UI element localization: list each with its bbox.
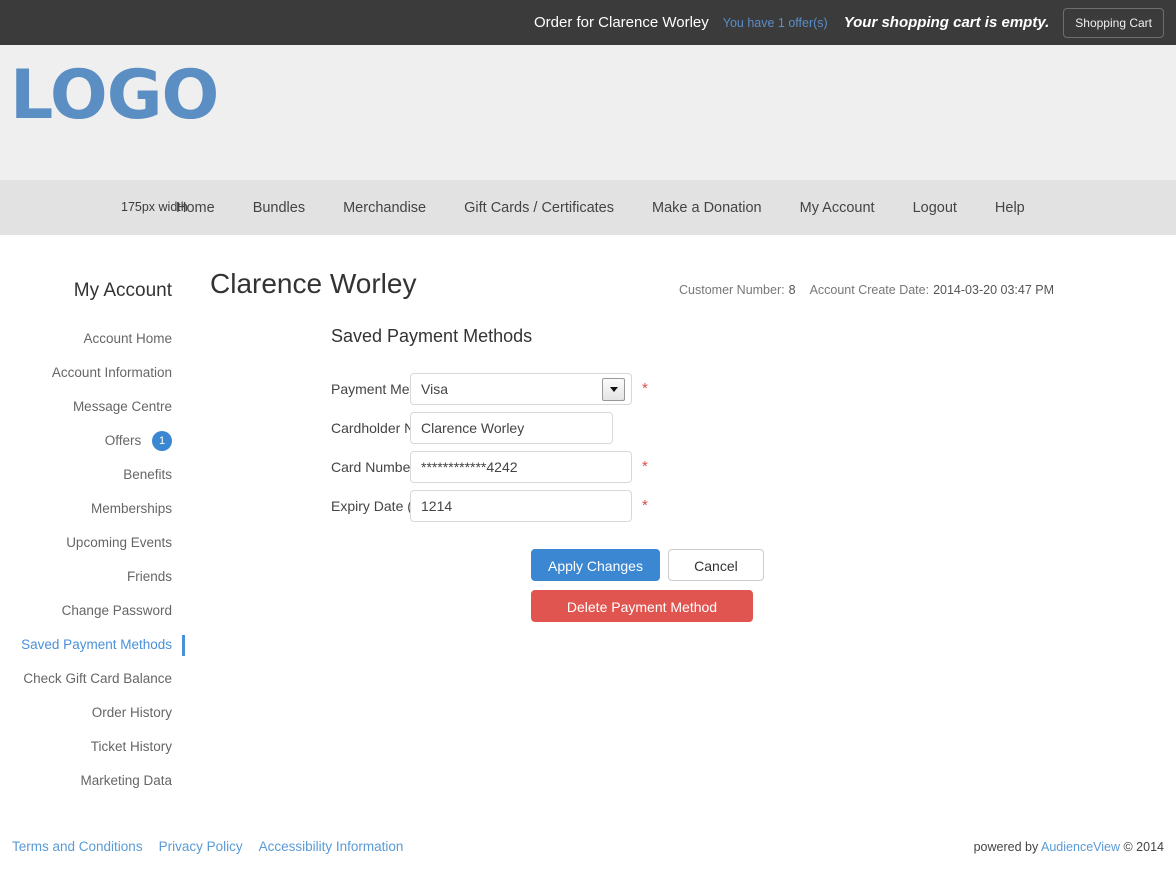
powered-by-label: powered by [973,839,1039,854]
page-footer: Terms and Conditions Privacy Policy Acce… [0,824,1176,869]
sidebar-item-memberships[interactable]: Memberships [0,492,185,526]
account-create-date-value: 2014-03-20 03:47 PM [933,283,1054,297]
sidebar-item-change-password[interactable]: Change Password [0,594,185,628]
footer-link-terms-and-conditions[interactable]: Terms and Conditions [12,839,143,854]
top-utility-bar: Order for Clarence Worley You have 1 off… [0,0,1176,45]
sidebar-item-label: Message Centre [72,399,172,414]
sidebar-item-label: Change Password [61,603,172,618]
page-body: My Account Account Home Account Informat… [0,235,1176,869]
sidebar-item-account-home[interactable]: Account Home [0,322,185,356]
offers-link[interactable]: You have 1 offer(s) [723,16,828,30]
card-number-input[interactable] [410,450,632,483]
cart-empty-message: Your shopping cart is empty. [843,14,1050,31]
cancel-button[interactable]: Cancel [667,549,764,581]
sidebar-item-saved-payment-methods[interactable]: Saved Payment Methods [0,628,185,662]
expiry-date-input[interactable] [410,489,632,522]
required-marker: * [642,380,648,397]
sidebar-item-label: Order History [91,705,172,720]
account-meta: Customer Number: 8 Account Create Date: 201… [679,283,1054,297]
content-header: Clarence Worley Customer Number: 8 Account… [210,268,1176,312]
sidebar-item-friends[interactable]: Friends [0,560,185,594]
form-row-expiry-date: Expiry Date (MMYY) * [210,486,1176,525]
nav-item-my-account[interactable]: My Account [800,200,875,216]
sidebar-item-label: Account Home [83,331,172,346]
card-number-label: Card Number [331,458,416,475]
nav-item-bundles[interactable]: Bundles [253,200,305,216]
nav-item-logout[interactable]: Logout [913,200,957,216]
form-row-cardholder-name: Cardholder Name [210,408,1176,447]
sidebar-item-label: Marketing Data [80,773,172,788]
offers-count-badge: 1 [152,431,172,452]
cardholder-name-field-wrap [410,411,632,444]
footer-link-privacy-policy[interactable]: Privacy Policy [159,839,243,854]
required-marker: * [642,458,648,475]
form-action-row: Apply Changes Cancel [531,549,1176,581]
account-sidebar: My Account Account Home Account Informat… [0,235,185,798]
nav-item-merchandise[interactable]: Merchandise [343,200,426,216]
sidebar-item-check-gift-card-balance[interactable]: Check Gift Card Balance [0,662,185,696]
cardholder-name-label: Cardholder Name [331,419,442,436]
card-number-field-wrap [410,450,632,483]
account-create-date-label: Account Create Date: [809,283,930,297]
audienceview-brand-link[interactable]: AudienceView [1041,840,1120,854]
sidebar-item-message-centre[interactable]: Message Centre [0,390,185,424]
copyright-label: © 2014 [1123,839,1165,854]
sidebar-item-benefits[interactable]: Benefits [0,458,185,492]
sidebar-item-label: Saved Payment Methods [21,637,172,652]
sidebar-item-label: Offers [104,433,142,448]
payment-method-field-wrap: Visa [410,372,632,405]
sidebar-item-offers[interactable]: Offers 1 [0,424,185,458]
sidebar-item-account-information[interactable]: Account Information [0,356,185,390]
sidebar-item-order-history[interactable]: Order History [0,696,185,730]
sidebar-item-label: Ticket History [90,739,172,754]
shopping-cart-button[interactable]: Shopping Cart [1063,7,1164,38]
customer-number-value: 8 [788,283,796,297]
footer-link-accessibility-information[interactable]: Accessibility Information [259,839,404,854]
footer-links: Terms and Conditions Privacy Policy Acce… [12,839,419,854]
chevron-down-icon[interactable] [602,377,625,401]
footer-powered-by: powered by AudienceView © 2014 [974,840,1164,854]
section-title: Saved Payment Methods [331,326,533,346]
payment-method-label: Payment Method [331,380,437,397]
required-marker: * [642,497,648,514]
sidebar-item-label: Upcoming Events [66,535,172,550]
expiry-date-label: Expiry Date (MMYY) [331,497,459,514]
apply-changes-button[interactable]: Apply Changes [531,549,660,581]
sidebar-item-label: Benefits [123,467,172,482]
nav-item-gift-cards-certificates[interactable]: Gift Cards / Certificates [464,200,614,216]
saved-payment-method-form: Payment Method Visa * Cardholder Name Ca… [210,369,1176,622]
sidebar-item-marketing-data[interactable]: Marketing Data [0,764,185,798]
logo-band: LOGO 175px width [0,45,1176,214]
sidebar-item-label: Check Gift Card Balance [23,671,172,686]
sidebar-item-label: Account Information [51,365,172,380]
sidebar-title: My Account [73,280,172,301]
logo-width-caption: 175px width [121,200,188,214]
account-content: Clarence Worley Customer Number: 8 Account… [210,235,1176,622]
sidebar-item-label: Friends [126,569,172,584]
order-for-label: Order for Clarence Worley [533,14,709,31]
payment-method-select[interactable]: Visa [410,372,632,405]
nav-item-make-a-donation[interactable]: Make a Donation [652,200,762,216]
sidebar-item-label: Memberships [90,501,172,516]
expiry-date-field-wrap [410,489,632,522]
sidebar-item-upcoming-events[interactable]: Upcoming Events [0,526,185,560]
cardholder-name-input[interactable] [410,411,613,444]
delete-payment-method-button[interactable]: Delete Payment Method [531,590,753,622]
sidebar-item-ticket-history[interactable]: Ticket History [0,730,185,764]
customer-number-label: Customer Number: [679,283,785,297]
form-row-payment-method: Payment Method Visa * [210,369,1176,408]
nav-item-help[interactable]: Help [995,200,1025,216]
form-row-card-number: Card Number * [210,447,1176,486]
site-logo[interactable]: LOGO [10,62,219,130]
